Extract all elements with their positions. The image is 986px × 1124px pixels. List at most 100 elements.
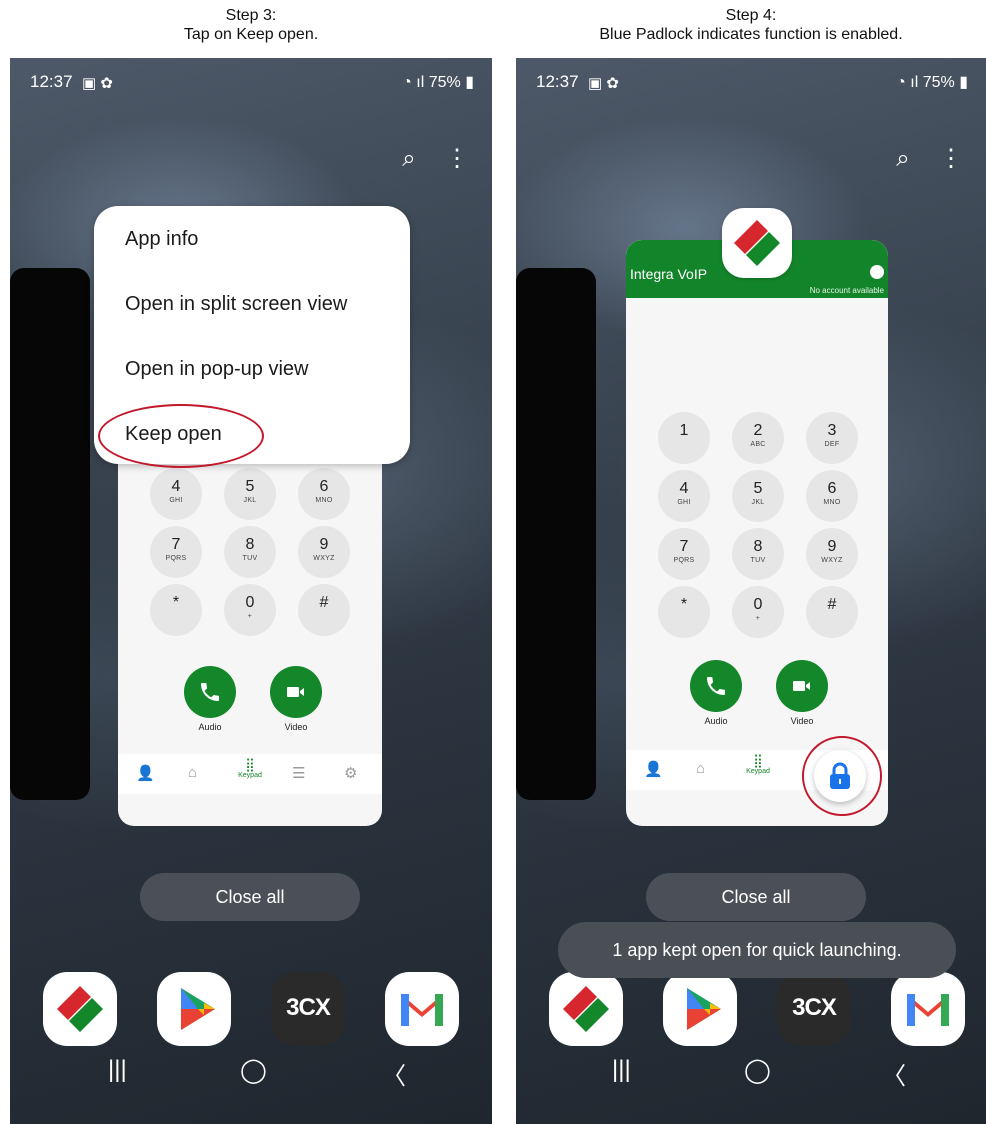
integra-logo-icon: [563, 986, 609, 1032]
menu-item-app-info[interactable]: App info: [125, 228, 198, 251]
more-options-icon[interactable]: ⋮: [444, 144, 470, 173]
battery-level: 75%: [428, 74, 461, 91]
integra-voip-app-icon[interactable]: [549, 972, 623, 1046]
key-9[interactable]: 9 WXYZ: [298, 526, 350, 578]
status-dot-icon: [870, 265, 884, 279]
key-4[interactable]: 4 GHI: [150, 468, 202, 520]
settings-icon[interactable]: ⚙: [344, 764, 357, 782]
key-5[interactable]: 5 JKL: [224, 468, 276, 520]
step3-instruction: Tap on Keep open.: [183, 26, 319, 43]
status-battery: ◔ ıl 75% ▮: [402, 74, 474, 91]
more-options-icon[interactable]: ⋮: [938, 144, 964, 173]
status-time: 12:37: [536, 72, 579, 91]
key-4[interactable]: 4 GHI: [658, 470, 710, 522]
threecx-app-icon[interactable]: 3CX: [271, 972, 345, 1046]
key-9[interactable]: 9 WXYZ: [806, 528, 858, 580]
highlight-circle-padlock: [802, 736, 882, 816]
menu-item-pop-up[interactable]: Open in pop-up view: [125, 358, 308, 381]
adjacent-app-card[interactable]: [516, 268, 596, 800]
audio-call-button[interactable]: [690, 660, 742, 712]
integra-voip-card-icon: [722, 208, 792, 278]
play-store-icon[interactable]: [157, 972, 231, 1046]
key-6[interactable]: 6 MNO: [298, 468, 350, 520]
status-battery: ◔ ıl 75% ▮: [896, 74, 968, 91]
list-icon[interactable]: ☰: [292, 764, 305, 782]
search-icon[interactable]: ⌕: [396, 145, 422, 173]
play-triangle-icon: [687, 988, 721, 1030]
menu-item-split-screen[interactable]: Open in split screen view: [125, 293, 347, 316]
home-icon[interactable]: ⌂: [696, 760, 705, 777]
video-call-button[interactable]: [270, 666, 322, 718]
gmail-envelope-icon: [907, 994, 949, 1026]
key-8[interactable]: 8 TUV: [224, 526, 276, 578]
close-all-button[interactable]: Close all: [646, 873, 866, 921]
step4-caption: Step 4: Blue Padlock indicates function …: [516, 6, 986, 44]
contacts-icon[interactable]: 👤: [136, 764, 155, 782]
threecx-app-icon[interactable]: 3CX: [777, 972, 851, 1046]
key-5[interactable]: 5 JKL: [732, 470, 784, 522]
step3-caption: Step 3: Tap on Keep open.: [10, 6, 492, 44]
key-star[interactable]: *: [150, 584, 202, 636]
key-star[interactable]: *: [658, 586, 710, 638]
keypad-tab[interactable]: ⣿ Keypad: [738, 753, 778, 776]
key-0[interactable]: 0 +: [732, 586, 784, 638]
keep-open-toast: 1 app kept open for quick launching.: [558, 922, 956, 978]
contacts-icon[interactable]: 👤: [644, 760, 663, 778]
key-2[interactable]: 2 ABC: [732, 412, 784, 464]
play-store-icon[interactable]: [663, 972, 737, 1046]
key-6[interactable]: 6 MNO: [806, 470, 858, 522]
keypad-tab[interactable]: ⣿ Keypad: [230, 757, 270, 780]
step4-instruction: Blue Padlock indicates function is enabl…: [599, 26, 903, 43]
home-nav-icon[interactable]: ◯: [240, 1056, 267, 1085]
search-icon[interactable]: ⌕: [890, 145, 916, 173]
threecx-label: 3CX: [792, 994, 837, 1021]
notification-icons: ▣ ✿: [588, 75, 619, 92]
gmail-icon[interactable]: [385, 972, 459, 1046]
integra-logo-icon: [734, 220, 780, 266]
key-3[interactable]: 3 DEF: [806, 412, 858, 464]
audio-call-button[interactable]: [184, 666, 236, 718]
recents-toolbar: ⌕ ⋮: [374, 144, 470, 173]
integra-logo-icon: [57, 986, 103, 1032]
video-camera-icon: [287, 687, 304, 697]
adjacent-app-card[interactable]: [10, 268, 90, 800]
step3-title: Step 3:: [225, 7, 277, 24]
integra-voip-app-icon[interactable]: [43, 972, 117, 1046]
status-bar: 12:37 ▣ ✿ ◔ ıl 75% ▮: [536, 72, 968, 94]
close-all-button[interactable]: Close all: [140, 873, 360, 921]
key-7[interactable]: 7 PQRS: [150, 526, 202, 578]
account-status: No account available: [809, 286, 884, 295]
back-nav-icon[interactable]: 〈: [382, 1056, 406, 1091]
play-triangle-icon: [181, 988, 215, 1030]
keypad-icon: ⣿: [753, 753, 763, 768]
recents-toolbar: ⌕ ⋮: [868, 144, 964, 173]
battery-level: 75%: [922, 74, 955, 91]
status-time: 12:37: [30, 72, 73, 91]
key-8[interactable]: 8 TUV: [732, 528, 784, 580]
key-7[interactable]: 7 PQRS: [658, 528, 710, 580]
phone-screen-step4: 12:37 ▣ ✿ ◔ ıl 75% ▮ ⌕ ⋮ Integra VoIP No …: [516, 58, 986, 1124]
video-label: Video: [790, 716, 814, 726]
key-hash[interactable]: #: [298, 584, 350, 636]
app-title: Integra VoIP: [630, 266, 708, 282]
recents-nav-icon[interactable]: |||: [108, 1056, 127, 1084]
audio-label: Audio: [198, 722, 222, 732]
video-camera-icon: [793, 681, 810, 691]
app-bottom-nav: 👤 ⌂ ⣿ Keypad ☰ ⚙: [118, 754, 382, 794]
key-hash[interactable]: #: [806, 586, 858, 638]
recents-nav-icon[interactable]: |||: [612, 1056, 631, 1084]
home-icon[interactable]: ⌂: [188, 764, 197, 781]
step4-title: Step 4:: [725, 7, 777, 24]
video-label: Video: [284, 722, 308, 732]
video-call-button[interactable]: [776, 660, 828, 712]
gmail-icon[interactable]: [891, 972, 965, 1046]
threecx-label: 3CX: [286, 994, 331, 1021]
key-1[interactable]: 1: [658, 412, 710, 464]
key-0[interactable]: 0 +: [224, 584, 276, 636]
status-bar: 12:37 ▣ ✿ ◔ ıl 75% ▮: [30, 72, 474, 94]
notification-icons: ▣ ✿: [82, 75, 113, 92]
gmail-envelope-icon: [401, 994, 443, 1026]
home-nav-icon[interactable]: ◯: [744, 1056, 771, 1085]
back-nav-icon[interactable]: 〈: [882, 1056, 906, 1091]
keypad-icon: ⣿: [245, 757, 255, 772]
